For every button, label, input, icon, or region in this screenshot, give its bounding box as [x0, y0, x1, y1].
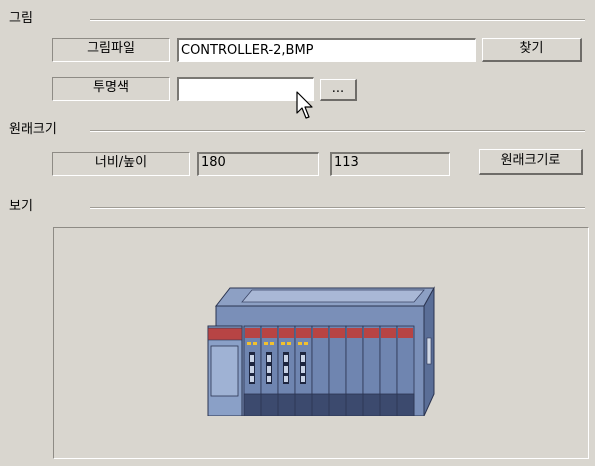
height-field: 113 [330, 152, 450, 176]
original-size-button[interactable]: 원래크기로 [479, 149, 583, 175]
preview-group-title: 보기 [9, 199, 37, 215]
transparent-color-label: 투명색 [52, 77, 170, 101]
size-label: 너비/높이 [52, 152, 190, 176]
preview-group-divider [90, 207, 585, 209]
picture-file-label: 그림파일 [52, 38, 170, 62]
width-field: 180 [197, 152, 319, 176]
original-size-group-divider [90, 130, 585, 132]
picture-group-title: 그림 [9, 11, 37, 27]
transparent-color-input[interactable] [177, 77, 314, 101]
color-picker-button[interactable]: ... [320, 79, 357, 101]
plc-controller-image [207, 286, 435, 416]
find-button[interactable]: 찾기 [482, 38, 582, 62]
picture-group-divider [90, 19, 585, 21]
original-size-group-title: 원래크기 [9, 122, 61, 138]
preview-area [53, 227, 589, 459]
picture-file-input[interactable] [177, 38, 476, 62]
mouse-pointer-icon [296, 91, 313, 119]
